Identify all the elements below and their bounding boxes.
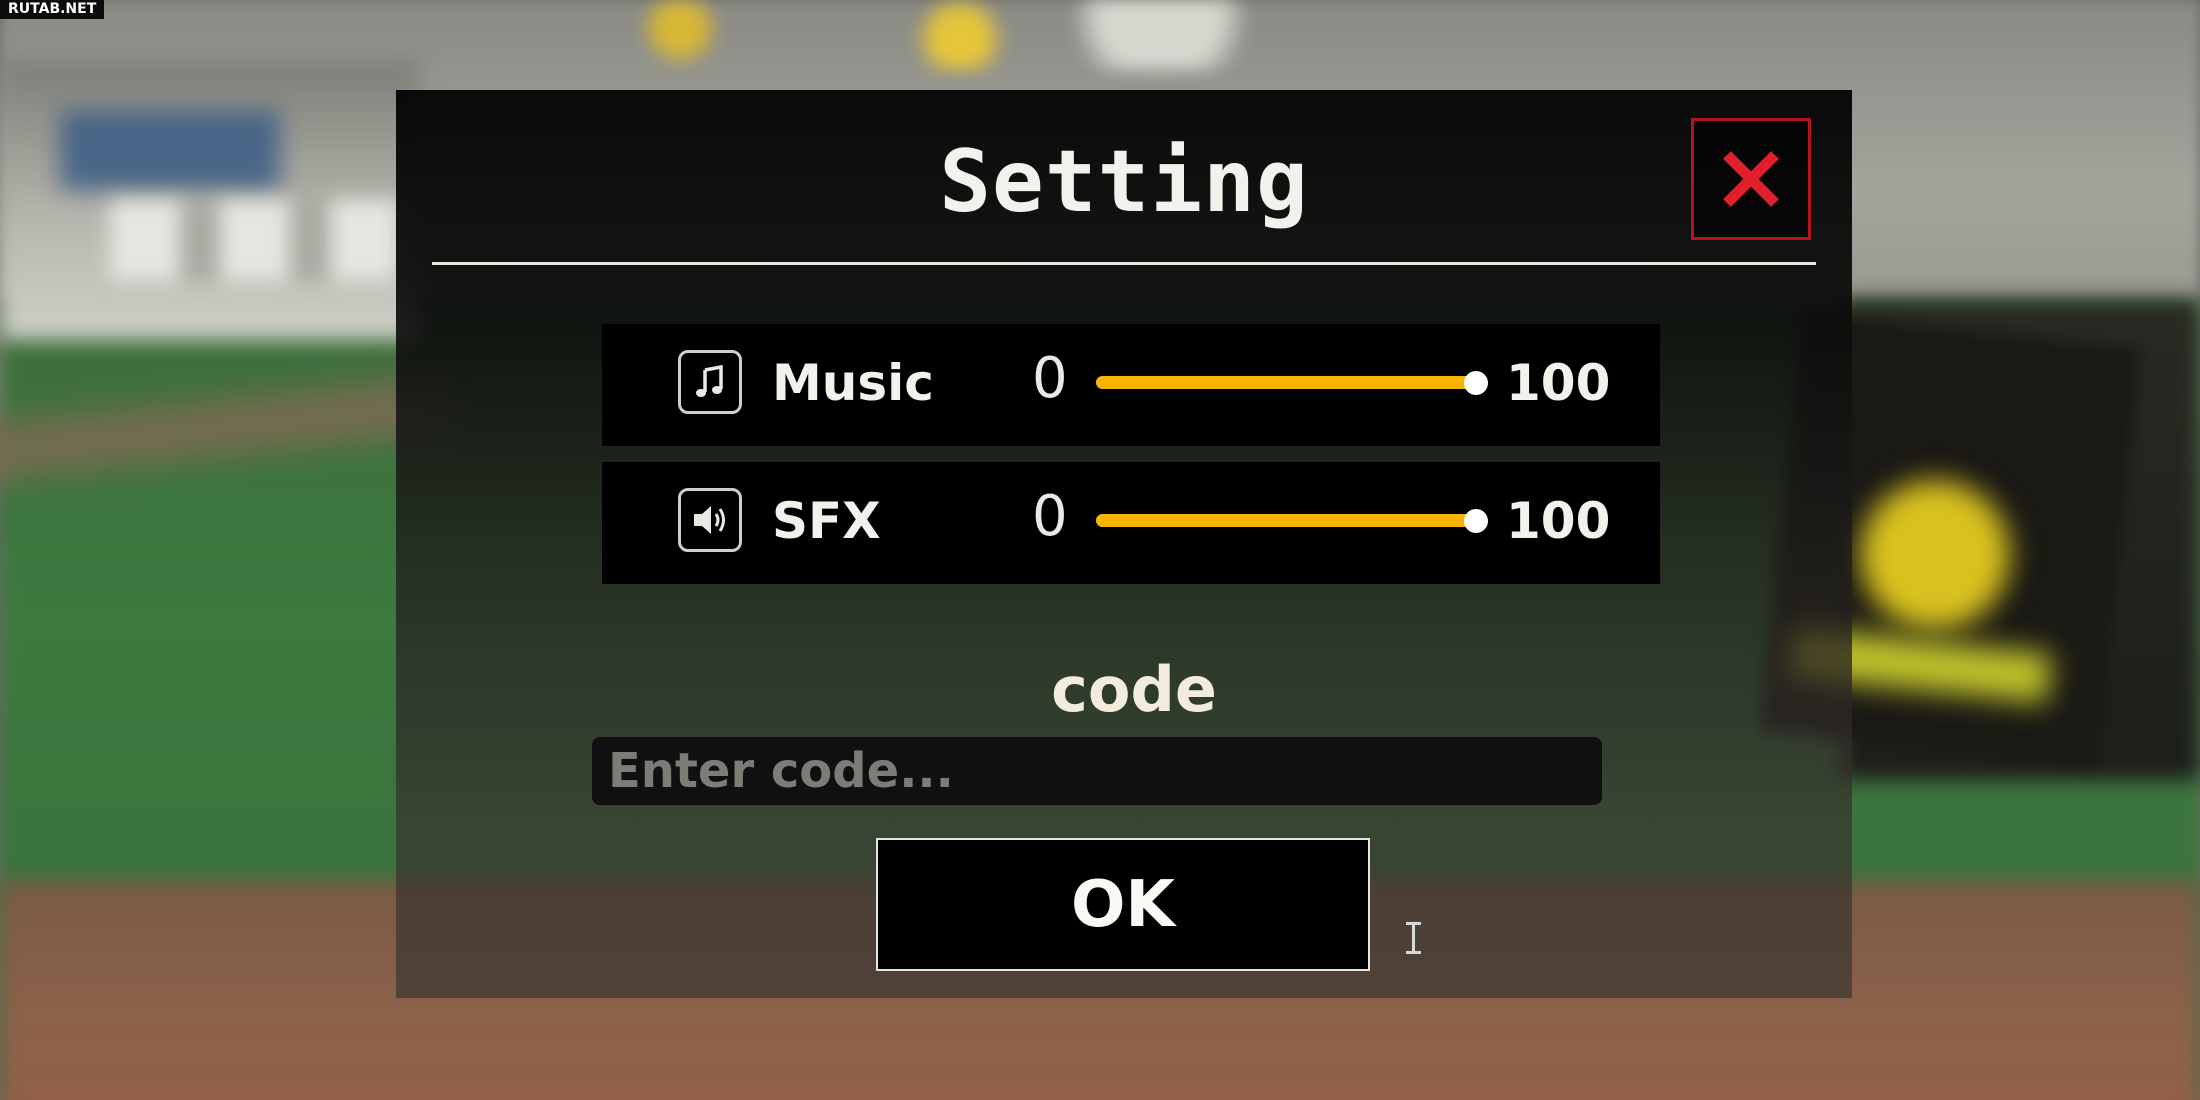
text-cursor-icon <box>1406 922 1421 954</box>
dialog-title: Setting <box>939 132 1309 232</box>
ok-button[interactable]: OK <box>876 838 1370 971</box>
music-min-value: 0 <box>1032 346 1068 411</box>
background-banner <box>60 110 280 190</box>
close-x-icon <box>1723 151 1779 207</box>
code-input[interactable] <box>592 737 1602 805</box>
music-max-value: 100 <box>1506 354 1611 412</box>
music-slider[interactable] <box>1096 370 1488 395</box>
code-label: code <box>1051 653 1217 726</box>
background-blocks <box>110 200 410 280</box>
music-note-icon <box>678 350 742 414</box>
title-divider <box>432 262 1816 265</box>
sfx-row: SFX 0 100 <box>602 462 1660 584</box>
settings-dialog: Setting Music 0 100 SFX 0 100 code Enter… <box>396 90 1852 998</box>
sfx-max-value: 100 <box>1506 492 1611 550</box>
close-button[interactable] <box>1691 118 1811 240</box>
sfx-min-value: 0 <box>1032 484 1068 549</box>
background-yellow-orb <box>1860 480 2010 630</box>
music-label: Music <box>772 354 934 412</box>
sfx-label: SFX <box>772 492 881 550</box>
music-row: Music 0 100 <box>602 324 1660 446</box>
sfx-slider-knob[interactable] <box>1464 508 1488 533</box>
sfx-slider-fill <box>1096 514 1476 527</box>
music-slider-knob[interactable] <box>1464 370 1488 395</box>
watermark: RUTAB.NET <box>0 0 105 19</box>
sfx-slider[interactable] <box>1096 508 1488 533</box>
music-slider-fill <box>1096 376 1476 389</box>
background-lights <box>520 0 1320 70</box>
speaker-icon <box>678 488 742 552</box>
